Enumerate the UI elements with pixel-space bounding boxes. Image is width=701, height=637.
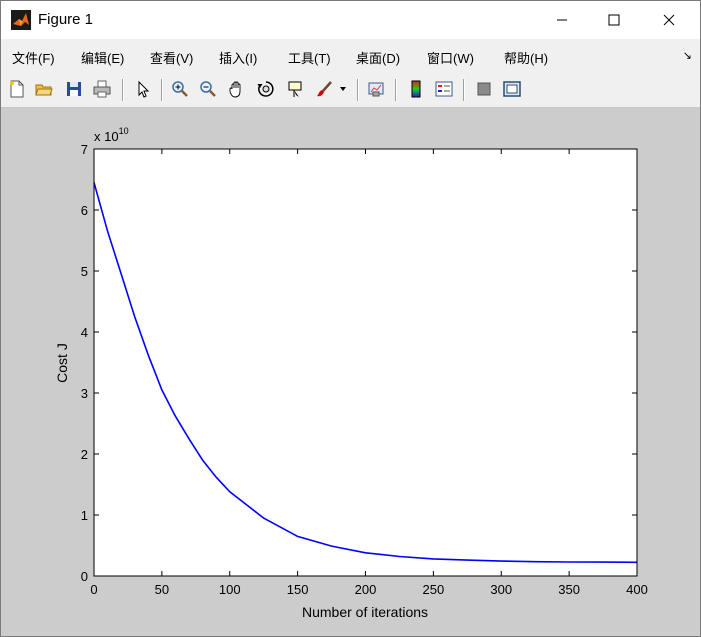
y-tick-label: 6 — [81, 203, 88, 218]
open-file-icon — [35, 84, 53, 96]
legend-button[interactable] — [433, 78, 455, 100]
print-button[interactable] — [91, 78, 113, 100]
print-icon — [93, 80, 111, 98]
data-cursor-icon — [288, 81, 302, 97]
figure-canvas: 0 50 100 150 200 250 300 350 400 0 1 2 3 4 5 6 7 x 1010 … — [1, 108, 700, 636]
close-button[interactable] — [646, 1, 692, 39]
zoom-in-icon — [172, 81, 188, 97]
x-tick-label: 250 — [423, 582, 445, 597]
matlab-logo-icon — [11, 10, 31, 30]
rotate-3d-button[interactable] — [255, 78, 277, 100]
y-tick-label: 0 — [81, 569, 88, 584]
menu-window[interactable]: 窗口(W) — [427, 48, 474, 67]
y-exponent-base: x 10 — [94, 129, 119, 144]
y-tick-label: 1 — [81, 508, 88, 523]
x-tick-label: 400 — [626, 582, 648, 597]
y-tick-label: 4 — [81, 325, 88, 340]
colorbar-button[interactable] — [405, 78, 427, 100]
new-figure-button[interactable] — [6, 78, 28, 100]
colorbar-icon — [411, 80, 421, 98]
edit-plot-arrow-icon — [138, 80, 150, 98]
y-tick-label: 3 — [81, 386, 88, 401]
toolbar-separator — [357, 79, 359, 101]
brush-dropdown[interactable] — [337, 78, 349, 100]
save-icon — [67, 82, 81, 96]
menu-view[interactable]: 查看(V) — [150, 48, 193, 67]
new-figure-icon — [10, 80, 24, 98]
dock-arrow-icon[interactable]: ↘ — [683, 49, 692, 62]
close-icon — [663, 14, 675, 26]
show-plot-tools-icon — [503, 81, 521, 97]
pan-button[interactable] — [226, 78, 248, 100]
y-tick-label: 2 — [81, 447, 88, 462]
cost-plot[interactable]: 0 50 100 150 200 250 300 350 40001234567 x 1010 … — [1, 108, 700, 636]
menu-desktop[interactable]: 桌面(D) — [356, 48, 400, 67]
x-tick-label: 100 — [219, 582, 241, 597]
legend-icon — [435, 81, 453, 97]
x-tick-label: 350 — [558, 582, 580, 597]
figure-toolbar — [1, 73, 700, 108]
menu-help[interactable]: 帮助(H) — [504, 48, 548, 67]
zoom-out-button[interactable] — [197, 78, 219, 100]
x-tick-label: 50 — [155, 582, 169, 597]
chevron-down-icon — [340, 87, 346, 91]
link-plot-icon — [368, 82, 384, 97]
toolbar-separator — [395, 79, 397, 101]
minimize-icon — [557, 19, 567, 21]
window-title: Figure 1 — [38, 11, 94, 28]
y-tick-label: 5 — [81, 264, 88, 279]
toolbar-separator — [161, 79, 163, 101]
hide-plot-tools-icon — [477, 82, 491, 96]
title-bar[interactable]: Figure 1 — [1, 1, 700, 39]
show-plot-tools-button[interactable] — [501, 78, 523, 100]
figure-window: Figure 1 文件(F) 编辑(E) 查看(V) 插入(I) 工具(T) 桌… — [0, 0, 701, 637]
y-exponent-label: x 1010 — [94, 126, 129, 144]
brush-button[interactable] — [313, 78, 335, 100]
x-tick-label: 0 — [90, 582, 97, 597]
save-button[interactable] — [63, 78, 85, 100]
data-cursor-button[interactable] — [284, 78, 306, 100]
y-tick-label: 7 — [81, 142, 88, 157]
link-plot-button[interactable] — [365, 78, 387, 100]
rotate-3d-icon — [257, 81, 274, 97]
zoom-out-icon — [200, 81, 216, 97]
edit-plot-button[interactable] — [132, 78, 154, 100]
menu-edit[interactable]: 编辑(E) — [81, 48, 124, 67]
menu-insert[interactable]: 插入(I) — [219, 48, 257, 67]
y-axis-label: Cost J — [54, 343, 70, 383]
toolbar-separator — [463, 79, 465, 101]
x-tick-label: 150 — [287, 582, 309, 597]
x-tick-label: 300 — [490, 582, 512, 597]
x-tick-label: 200 — [355, 582, 377, 597]
minimize-button[interactable] — [539, 1, 585, 39]
brush-icon — [317, 81, 332, 97]
menu-file[interactable]: 文件(F) — [12, 48, 55, 67]
zoom-in-button[interactable] — [169, 78, 191, 100]
pan-hand-icon — [229, 81, 241, 98]
maximize-button[interactable] — [591, 1, 637, 39]
axes-background — [94, 149, 637, 576]
y-exponent-power: 10 — [119, 126, 129, 136]
menu-tools[interactable]: 工具(T) — [288, 48, 331, 67]
hide-plot-tools-button[interactable] — [473, 78, 495, 100]
menu-bar: 文件(F) 编辑(E) 查看(V) 插入(I) 工具(T) 桌面(D) 窗口(W… — [1, 43, 700, 71]
open-file-button[interactable] — [33, 78, 55, 100]
toolbar-separator — [122, 79, 124, 101]
maximize-icon — [608, 14, 620, 26]
x-axis-label: Number of iterations — [302, 604, 428, 620]
